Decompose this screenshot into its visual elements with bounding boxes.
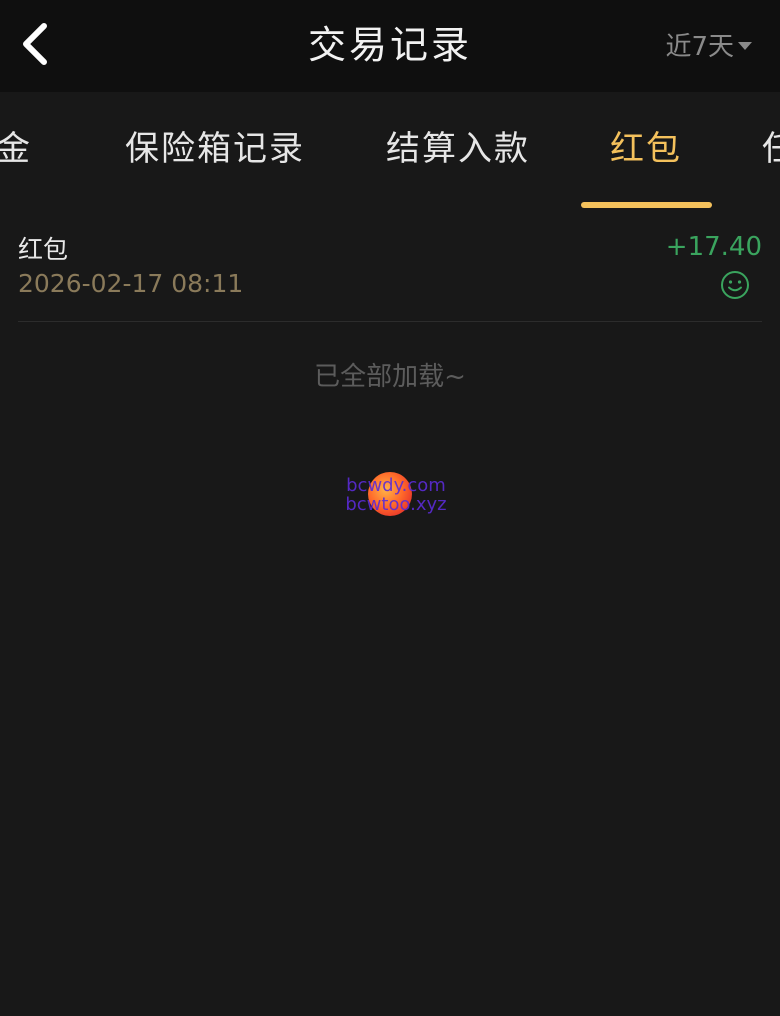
- record-title: 红包: [18, 235, 69, 264]
- app-root: 交易记录 近7天 用金 保险箱记录 结算入款 红包 任 红包 2026-02-1…: [0, 0, 780, 1016]
- tab-task-partial[interactable]: 任: [762, 126, 780, 172]
- tab-label: 用金: [0, 129, 32, 169]
- page-title: 交易记录: [307, 23, 472, 67]
- record-amount: +17.40: [665, 232, 762, 262]
- tab-safe-box-records[interactable]: 保险箱记录: [125, 126, 305, 172]
- record-type-tabs: 用金 保险箱记录 结算入款 红包 任: [0, 92, 780, 212]
- load-complete-text: 已全部加载~: [314, 362, 466, 392]
- smile-icon: [721, 271, 749, 299]
- date-range-label: 近7天: [665, 31, 734, 62]
- tab-label: 结算入款: [386, 129, 530, 169]
- tab-label: 保险箱记录: [125, 129, 305, 169]
- tab-red-packet[interactable]: 红包: [610, 126, 682, 172]
- active-tab-indicator: [581, 202, 712, 208]
- list-item[interactable]: 红包 2026-02-17 08:11 +17.40: [18, 220, 762, 322]
- tab-settlement-deposit[interactable]: 结算入款: [386, 126, 530, 172]
- watermark-line-1: bcwdy.com: [346, 475, 446, 496]
- top-nav-bar: 交易记录 近7天: [0, 0, 780, 92]
- tab-commission[interactable]: 用金: [0, 126, 32, 172]
- caret-down-icon: [738, 42, 752, 50]
- tab-label: 任: [762, 129, 780, 169]
- tab-label: 红包: [610, 129, 682, 169]
- record-time: 2026-02-17 08:11: [18, 269, 244, 298]
- watermark: bcwdy.com bcwtoo.xyz: [340, 472, 452, 518]
- watermark-line-2: bcwtoo.xyz: [345, 494, 447, 515]
- date-range-dropdown[interactable]: 近7天: [665, 26, 752, 62]
